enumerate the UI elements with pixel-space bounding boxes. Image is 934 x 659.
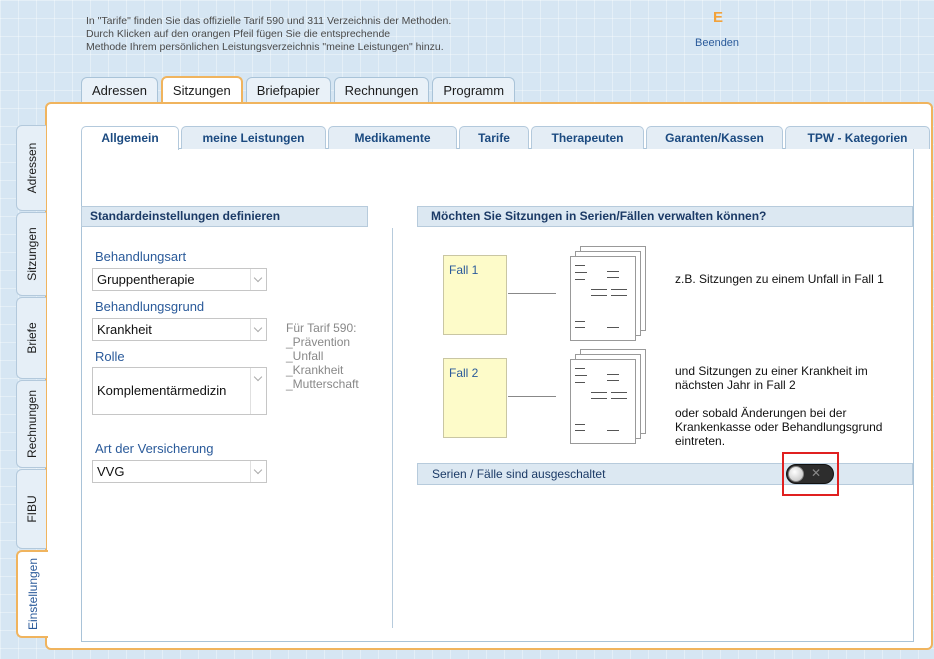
connector-line xyxy=(508,396,556,397)
side-tab-briefe[interactable]: Briefe xyxy=(16,297,46,379)
close-icon: ✕ xyxy=(811,466,822,480)
info-text: In "Tarife" finden Sie das offizielle Ta… xyxy=(86,15,451,54)
defaults-heading: Standardeinstellungen definieren xyxy=(81,206,368,227)
side-tab-einstellungen[interactable]: Einstellungen xyxy=(16,550,48,638)
info-line: In "Tarife" finden Sie das offizielle Ta… xyxy=(86,15,452,27)
subtab-garanten-kassen[interactable]: Garanten/Kassen xyxy=(646,126,783,149)
side-tab-label: Einstellungen xyxy=(26,557,40,631)
quit-link[interactable]: Beenden xyxy=(695,37,739,49)
select-value: Gruppentherapie xyxy=(97,272,195,287)
side-tab-adressen[interactable]: Adressen xyxy=(16,125,46,211)
tab-programm[interactable]: Programm xyxy=(432,77,516,102)
hint-line: _Mutterschaft xyxy=(286,377,359,391)
series-desc-1: z.B. Sitzungen zu einem Unfall in Fall 1 xyxy=(675,272,884,286)
subtab-allgemein[interactable]: Allgemein xyxy=(81,126,179,150)
hint-line: _Prävention xyxy=(286,335,351,349)
chevron-down-icon xyxy=(250,269,266,290)
desc-line: und Sitzungen zu einer Krankheit im xyxy=(675,364,868,378)
series-heading: Möchten Sie Sitzungen in Serien/Fällen v… xyxy=(417,206,913,227)
subtab-meine-leistungen[interactable]: meine Leistungen xyxy=(181,126,326,149)
select-value: VVG xyxy=(97,464,125,479)
app-logo: E xyxy=(713,9,724,26)
behandlungsart-select[interactable]: Gruppentherapie xyxy=(92,268,267,291)
column-divider xyxy=(392,228,393,628)
side-tab-label: Briefe xyxy=(24,322,39,354)
rolle-select[interactable]: Komplementärmedizin xyxy=(92,367,267,415)
document-icon xyxy=(570,359,636,444)
subtab-therapeuten[interactable]: Therapeuten xyxy=(531,126,644,149)
connector-line xyxy=(508,293,556,294)
fall-1-box: Fall 1 xyxy=(443,255,507,335)
chevron-down-icon xyxy=(250,368,266,414)
select-value: Komplementärmedizin xyxy=(97,383,227,398)
behandlungsgrund-label: Behandlungsgrund xyxy=(95,299,205,314)
desc-line: nächsten Jahr in Fall 2 xyxy=(675,378,796,392)
sub-tab-bar: Allgemein meine Leistungen Medikamente T… xyxy=(81,126,930,150)
series-desc-2: und Sitzungen zu einer Krankheit im näch… xyxy=(675,364,868,392)
hint-line: _Unfall xyxy=(286,349,324,363)
tab-briefpapier[interactable]: Briefpapier xyxy=(245,77,331,102)
tab-adressen[interactable]: Adressen xyxy=(81,77,158,102)
fall-2-box: Fall 2 xyxy=(443,358,507,438)
chevron-down-icon xyxy=(250,319,266,340)
info-line: Durch Klicken auf den orangen Pfeil füge… xyxy=(86,28,391,40)
hint-line: _Krankheit xyxy=(286,363,344,377)
behandlungsart-label: Behandlungsart xyxy=(95,249,187,264)
desc-line: eintreten. xyxy=(675,434,726,448)
tarif-hint: Für Tarif 590: _Prävention _Unfall _Kran… xyxy=(286,321,359,391)
select-value: Krankheit xyxy=(97,322,152,337)
side-tab-label: Rechnungen xyxy=(24,389,39,459)
info-line: Methode Ihrem persönlichen Leistungsverz… xyxy=(86,41,444,53)
subtab-tarife[interactable]: Tarife xyxy=(459,126,529,149)
chevron-down-icon xyxy=(250,461,266,482)
series-status-label: Serien / Fälle sind ausgeschaltet xyxy=(432,467,606,481)
subtab-tpw-kategorien[interactable]: TPW - Kategorien xyxy=(785,126,930,149)
behandlungsgrund-select[interactable]: Krankheit xyxy=(92,318,267,341)
series-desc-3: oder sobald Änderungen bei der Krankenka… xyxy=(675,406,882,448)
side-tab-label: Sitzungen xyxy=(24,227,39,281)
side-tab-label: FIBU xyxy=(24,495,39,523)
side-tab-sitzungen[interactable]: Sitzungen xyxy=(16,212,46,296)
versicherung-select[interactable]: VVG xyxy=(92,460,267,483)
toggle-knob xyxy=(788,466,804,482)
document-icon xyxy=(570,256,636,341)
series-toggle[interactable]: ✕ xyxy=(786,464,834,484)
versicherung-label: Art der Versicherung xyxy=(95,441,214,456)
desc-line: oder sobald Änderungen bei der xyxy=(675,406,847,420)
tab-rechnungen[interactable]: Rechnungen xyxy=(333,77,430,102)
top-tab-bar: Adressen Sitzungen Briefpapier Rechnunge… xyxy=(81,76,516,103)
tab-sitzungen[interactable]: Sitzungen xyxy=(160,76,243,103)
hint-line: Für Tarif 590: xyxy=(286,321,357,335)
side-tab-label: Adressen xyxy=(24,142,39,194)
subtab-medikamente[interactable]: Medikamente xyxy=(328,126,457,149)
desc-line: Krankenkasse oder Behandlungsgrund xyxy=(675,420,883,434)
side-tab-fibu[interactable]: FIBU xyxy=(16,469,46,549)
rolle-label: Rolle xyxy=(95,349,125,364)
side-tab-rechnungen[interactable]: Rechnungen xyxy=(16,380,46,468)
